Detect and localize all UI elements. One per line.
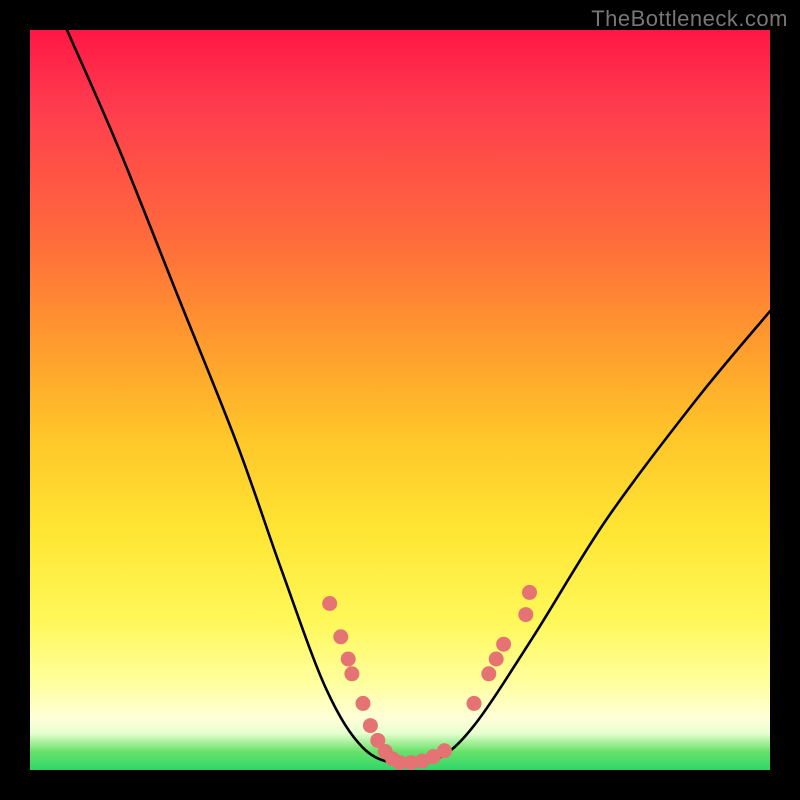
chart-frame: TheBottleneck.com: [0, 0, 800, 800]
plot-area: [30, 30, 770, 770]
marker-dot: [522, 585, 537, 600]
marker-dot: [496, 637, 511, 652]
watermark-text: TheBottleneck.com: [591, 6, 788, 32]
curve-layer: [30, 30, 770, 770]
marker-dot: [333, 629, 348, 644]
marker-dot: [467, 696, 482, 711]
marker-dot: [437, 743, 452, 758]
marker-dot: [344, 666, 359, 681]
marker-dot: [489, 652, 504, 667]
marker-dot: [363, 718, 378, 733]
marker-dot: [322, 596, 337, 611]
marker-dot: [518, 607, 533, 622]
bottleneck-curve: [67, 30, 770, 765]
marker-dot: [481, 666, 496, 681]
marker-dot: [341, 652, 356, 667]
marker-dot: [356, 696, 371, 711]
curve-markers: [322, 585, 537, 770]
